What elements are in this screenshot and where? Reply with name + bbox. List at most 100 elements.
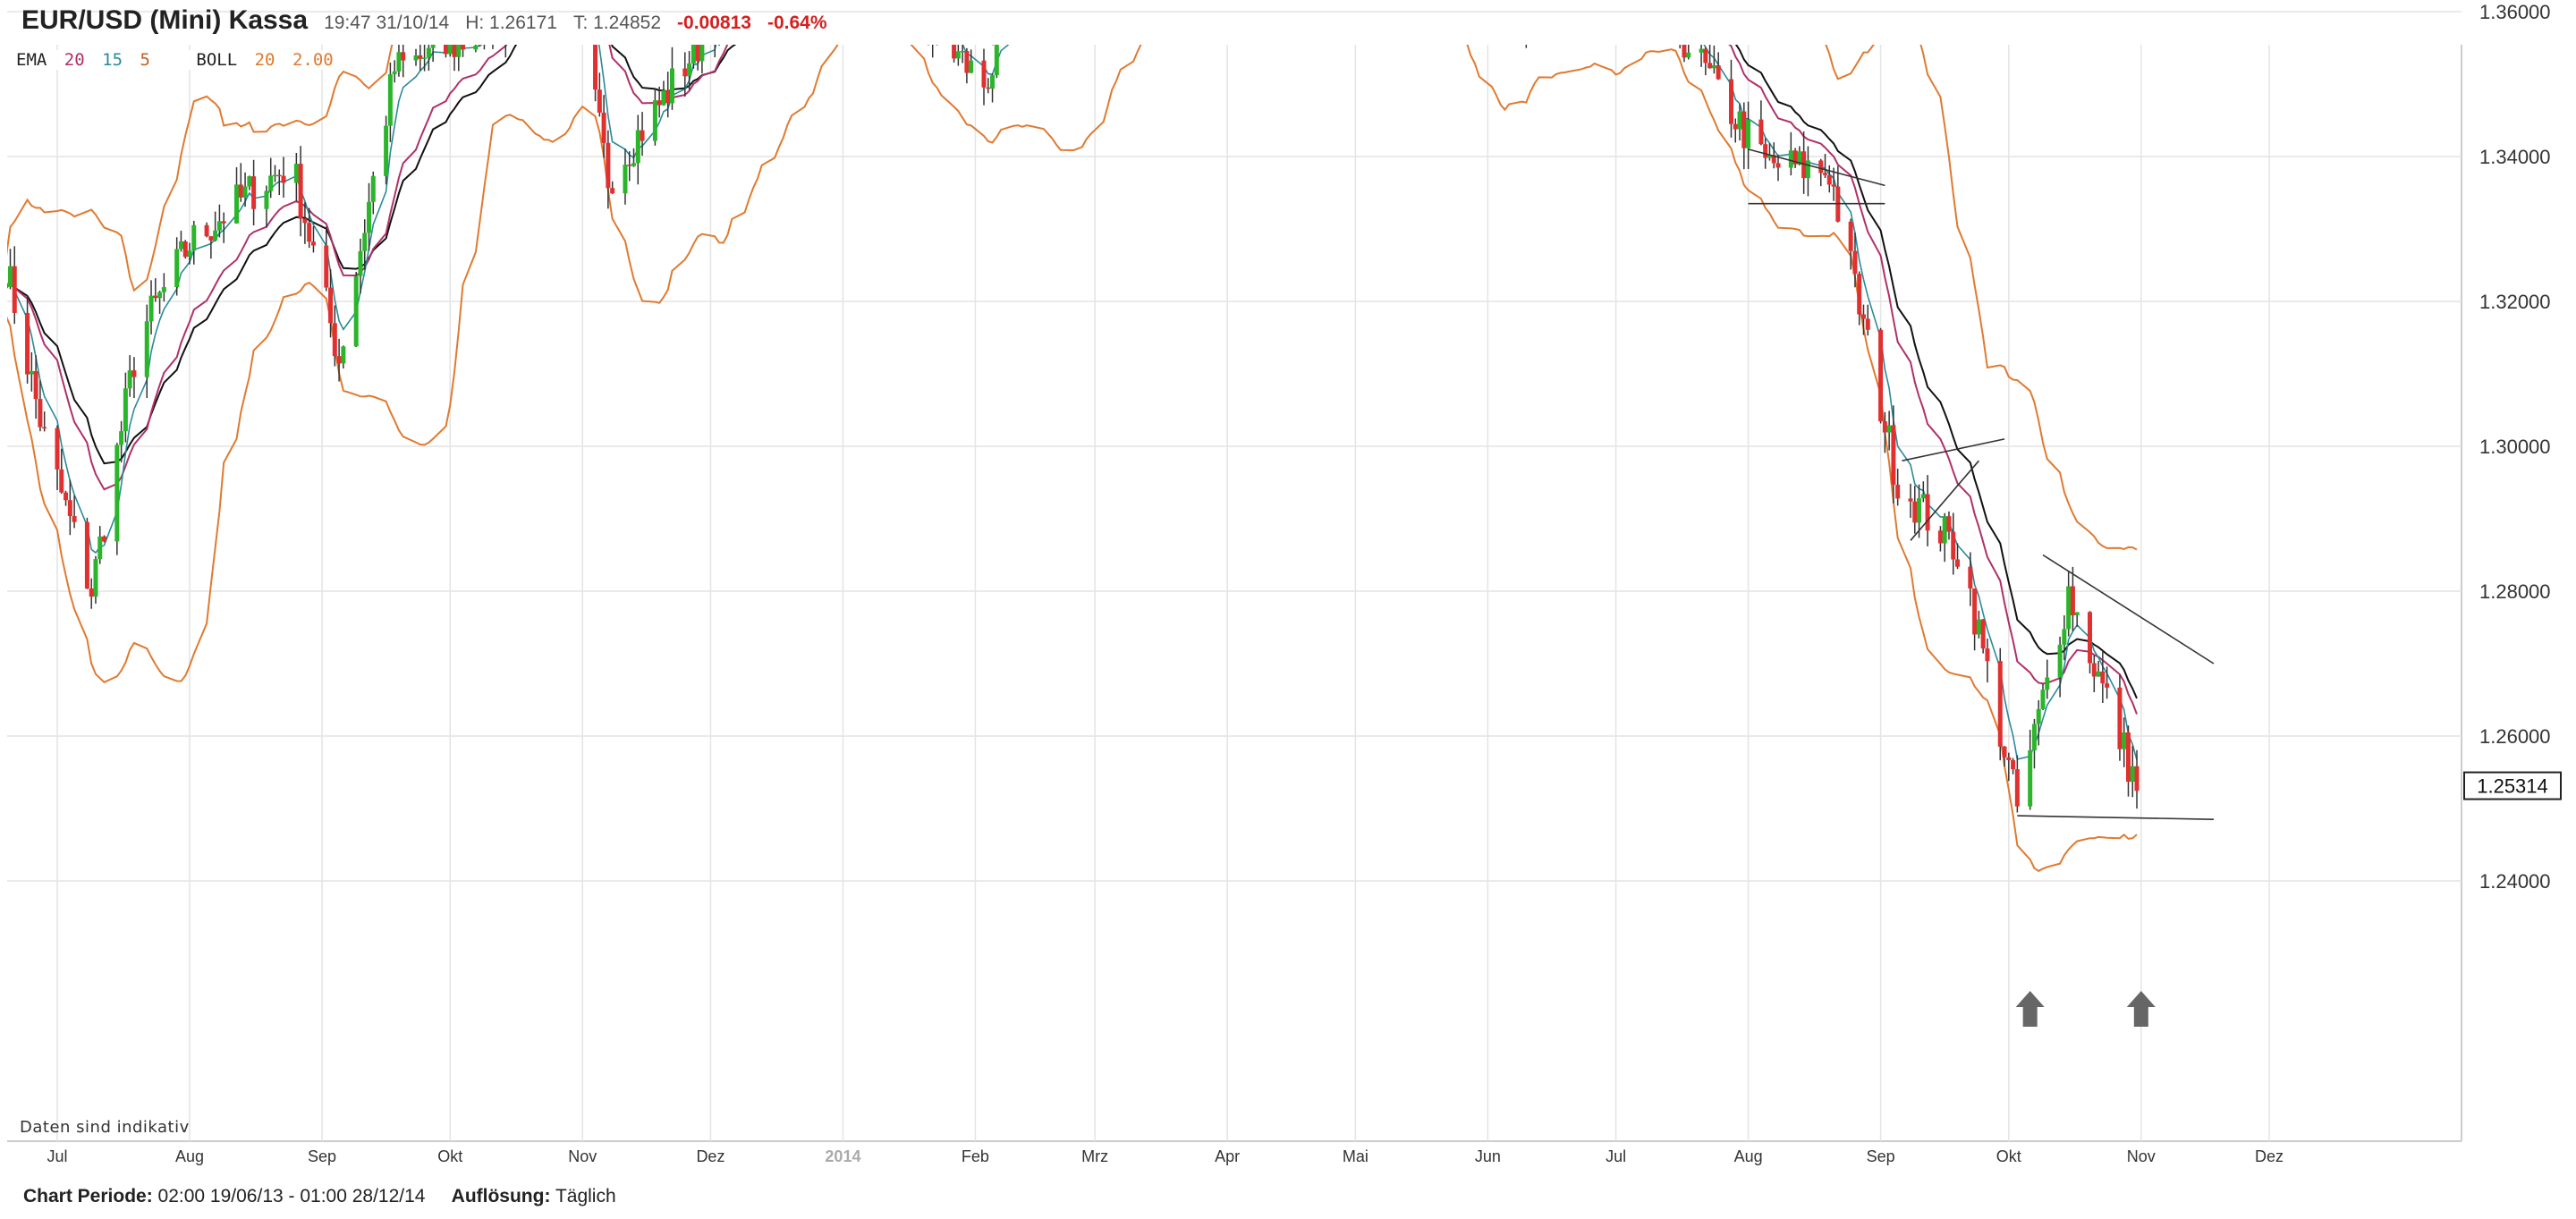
- candle-body: [1703, 49, 1707, 63]
- y-tick-label: 1.32000: [2479, 291, 2551, 313]
- candle-body: [162, 287, 166, 292]
- candle-body: [1955, 559, 1960, 566]
- candle-body: [952, 36, 956, 58]
- candle-body: [328, 288, 333, 324]
- candle-body: [2045, 678, 2049, 690]
- x-tick-label: 2014: [825, 1147, 860, 1165]
- up-arrow-icon: [2016, 991, 2045, 1027]
- candle-body: [1849, 222, 1853, 251]
- candle-body: [1887, 426, 1892, 433]
- candle-body: [1985, 648, 1989, 661]
- candle-body: [183, 241, 188, 257]
- candle-body: [1029, 0, 1033, 12]
- candle-body: [1669, 1, 1674, 4]
- candle-body: [1758, 120, 1763, 145]
- candle-body: [1981, 620, 1986, 649]
- x-tick-label: Jul: [47, 1147, 67, 1165]
- candle-body: [427, 48, 431, 58]
- candle-body: [640, 131, 645, 141]
- candle-body: [302, 218, 307, 223]
- candle-body: [969, 61, 973, 73]
- candle-body: [935, 17, 939, 33]
- candle-body: [1946, 516, 1951, 531]
- candle-body: [277, 175, 282, 177]
- up-arrow-icon: [2127, 991, 2156, 1027]
- candle-body: [1827, 175, 1832, 185]
- candle-body: [64, 493, 68, 501]
- candle-body: [251, 176, 256, 209]
- candle-body: [371, 176, 376, 202]
- change-absolute: -0.00813: [677, 13, 751, 34]
- candle-body: [358, 251, 362, 276]
- candle-body: [1524, 23, 1529, 30]
- x-tick-label: Aug: [175, 1147, 204, 1165]
- candle-body: [34, 371, 38, 399]
- candle-body: [631, 163, 636, 165]
- candle-body: [333, 323, 337, 356]
- y-tick-label: 1.26000: [2479, 725, 2551, 748]
- indicator-legend[interactable]: EMA 20 15 5 BOLL 20 2.00: [13, 50, 344, 70]
- candle-body: [2037, 709, 2041, 724]
- candle-body: [661, 90, 665, 105]
- candle-body: [307, 223, 311, 241]
- candle-body: [1657, 0, 1661, 4]
- price-chart[interactable]: 1.360001.340001.320001.300001.280001.260…: [0, 0, 2576, 1219]
- candle-body: [282, 176, 286, 183]
- candle-body: [59, 470, 64, 493]
- candle-body: [354, 276, 359, 347]
- y-tick-label: 1.34000: [2479, 146, 2551, 168]
- candle-body: [2122, 732, 2126, 749]
- x-tick-label: Jul: [1606, 1147, 1626, 1165]
- y-tick-label: 1.24000: [2479, 870, 2551, 893]
- candle-body: [597, 89, 602, 113]
- period-value: 02:00 19/06/13 - 01:00 28/12/14: [158, 1186, 426, 1206]
- candle-body: [324, 246, 328, 288]
- x-tick-label: Nov: [568, 1147, 597, 1165]
- x-tick-label: Mrz: [1081, 1147, 1108, 1165]
- candle-body: [1823, 173, 1827, 174]
- candle-body: [1712, 65, 1716, 68]
- candle-body: [1507, 15, 1512, 33]
- candle-body: [682, 69, 687, 77]
- candle-body: [1921, 495, 1926, 499]
- candle-body: [1738, 112, 1742, 130]
- candle-body: [2071, 586, 2075, 615]
- candle-body: [393, 72, 397, 74]
- x-tick-label: Jun: [1475, 1147, 1501, 1165]
- y-tick-label: 1.30000: [2479, 436, 2551, 458]
- candle-body: [179, 241, 183, 250]
- candle-body: [337, 356, 342, 363]
- candle-body: [418, 55, 422, 59]
- candle-body: [367, 202, 371, 233]
- candle-body: [986, 88, 990, 89]
- candle-body: [157, 292, 162, 299]
- candle-body: [1746, 120, 1750, 148]
- candle-body: [205, 225, 209, 236]
- candle-body: [1832, 184, 1836, 186]
- candle-body: [1818, 160, 1823, 173]
- x-tick-label: Aug: [1734, 1147, 1763, 1165]
- candle-body: [213, 231, 217, 241]
- candle-body: [1741, 112, 1746, 148]
- candle-body: [55, 428, 60, 470]
- change-percent: -0.64%: [767, 13, 827, 34]
- x-tick-label: Dez: [696, 1147, 724, 1165]
- candle-body: [1707, 63, 1712, 68]
- candle-body: [1024, 0, 1029, 12]
- candle-body: [901, 0, 905, 8]
- candle-body: [1943, 516, 1947, 543]
- candle-body: [1716, 65, 1721, 80]
- candle-body: [939, 17, 944, 36]
- candle-body: [2015, 769, 2020, 807]
- candle-body: [670, 69, 674, 104]
- x-tick-label: Dez: [2255, 1147, 2284, 1165]
- chart-canvas[interactable]: 1.360001.340001.320001.300001.280001.260…: [0, 0, 2576, 1219]
- candle-body: [362, 233, 367, 250]
- candle-body: [2041, 690, 2046, 709]
- candle-body: [145, 321, 149, 377]
- candle-body: [102, 537, 106, 542]
- candle-body: [1895, 485, 1900, 498]
- candle-body: [1912, 502, 1917, 523]
- disclaimer-text: Daten sind indikativ: [20, 1118, 190, 1137]
- candle-body: [89, 588, 94, 597]
